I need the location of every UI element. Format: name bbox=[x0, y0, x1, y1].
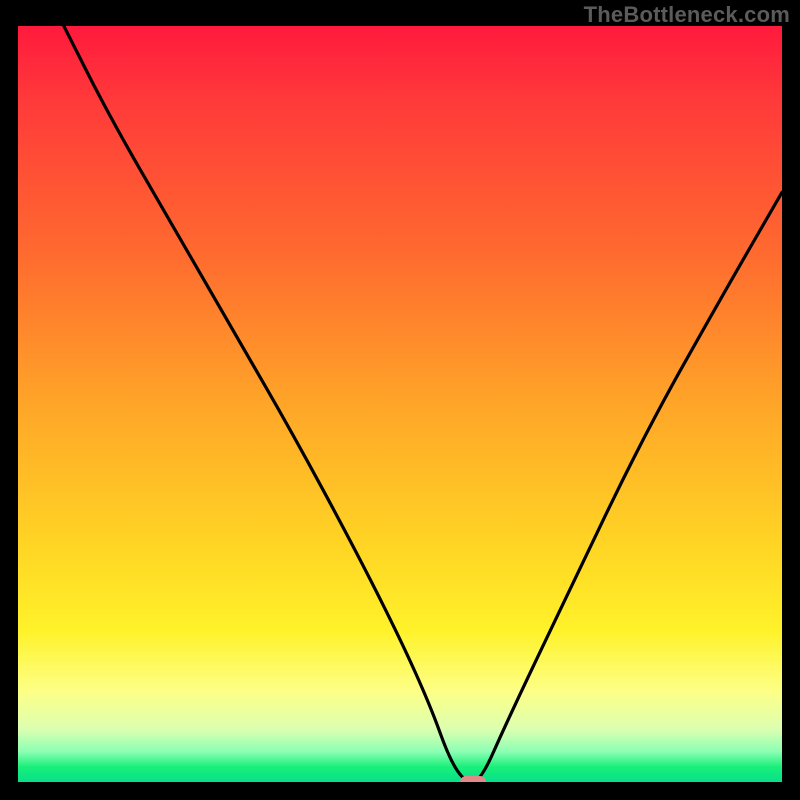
optimal-marker bbox=[460, 776, 486, 782]
chart-frame: TheBottleneck.com bbox=[0, 0, 800, 800]
plot-area bbox=[18, 26, 782, 782]
bottleneck-curve bbox=[18, 26, 782, 782]
watermark-text: TheBottleneck.com bbox=[584, 2, 790, 28]
